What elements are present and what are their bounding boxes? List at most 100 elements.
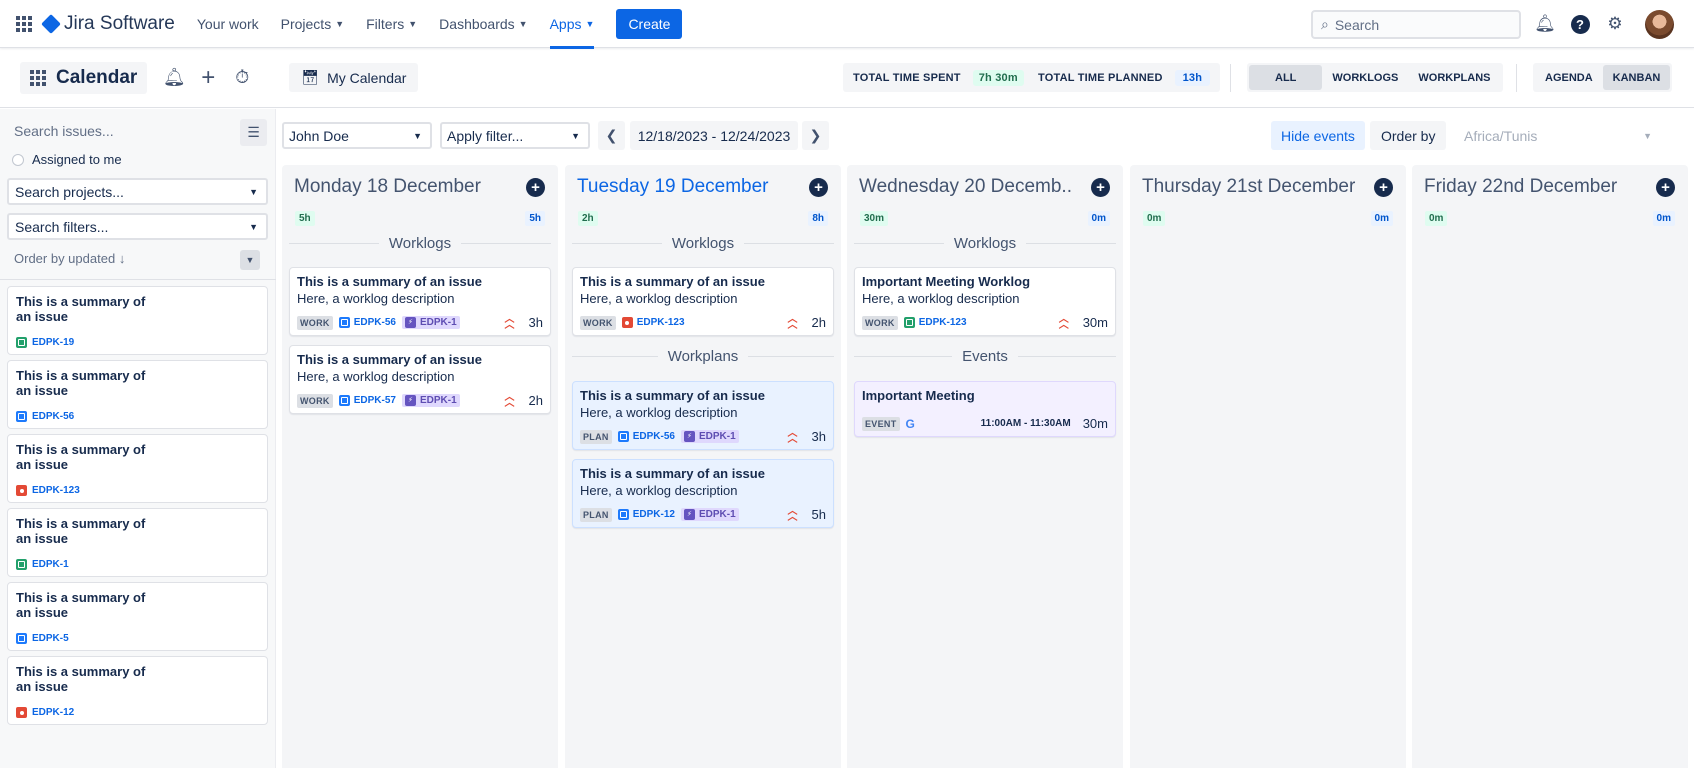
nav-projects[interactable]: Projects ▼ [281, 0, 345, 48]
app-switcher-icon[interactable] [16, 15, 32, 32]
next-week-button[interactable]: ❯ [802, 121, 829, 150]
chevron-left-icon: ❮ [605, 127, 618, 143]
filter-icon[interactable]: ☰ [240, 119, 267, 146]
add-icon[interactable]: + [191, 62, 225, 94]
search-filters-select[interactable]: Search filters... ▼ [7, 213, 268, 240]
issue-key-link[interactable]: EDPK-12 [617, 509, 675, 520]
nav-apps[interactable]: Apps ▼ [549, 0, 594, 49]
global-search-input[interactable]: ⌕ Search [1311, 10, 1521, 39]
issue-key-link[interactable]: EDPK-123 [621, 317, 685, 328]
selected-user: John Doe [289, 127, 349, 144]
divider [0, 279, 276, 280]
search-projects-select[interactable]: Search projects... ▼ [7, 178, 268, 205]
issue-key[interactable]: EDPK-19 [16, 337, 74, 348]
chevron-down-icon[interactable]: ▼ [240, 250, 260, 270]
workplan-card[interactable]: This is a summary of an issue Here, a wor… [572, 459, 834, 528]
notifications-icon[interactable]: 🔔︎ [1534, 13, 1556, 35]
issue-key-link[interactable]: EDPK-56 [617, 431, 675, 442]
issue-key[interactable]: EDPK-12 [16, 707, 74, 718]
search-issues-input[interactable]: Search issues... [14, 123, 114, 139]
issue-card[interactable]: This is a summary of an issue EDPK-12 [7, 656, 268, 725]
card-duration: 5h [811, 507, 826, 522]
parent-key-link[interactable]: EDPK-1 [401, 316, 460, 329]
create-button[interactable]: Create [616, 8, 683, 39]
worklog-card[interactable]: Important Meeting Worklog Here, a worklog… [854, 267, 1116, 336]
event-time: 11:00AM - 11:30AM [980, 418, 1071, 429]
help-icon[interactable]: ? [1569, 13, 1591, 35]
issue-card[interactable]: This is a summary of an issue EDPK-56 [7, 360, 268, 429]
parent-key-link[interactable]: EDPK-1 [680, 508, 739, 521]
parent-key-text: EDPK-1 [419, 317, 457, 328]
add-entry-icon[interactable]: + [1091, 178, 1110, 197]
issue-card[interactable]: This is a summary of an issue EDPK-19 [7, 286, 268, 355]
nav-your-work[interactable]: Your work [197, 0, 259, 48]
issue-card[interactable]: This is a summary of an issue EDPK-5 [7, 582, 268, 651]
date-range[interactable]: 12/18/2023 - 12/24/2023 [630, 121, 798, 150]
issue-key[interactable]: EDPK-56 [16, 411, 74, 422]
filter-workplans-tab[interactable]: WORKPLANS [1408, 65, 1500, 90]
parent-key-link[interactable]: EDPK-1 [401, 394, 460, 407]
settings-gear-icon[interactable]: ⚙ [1604, 13, 1626, 35]
event-card[interactable]: Important Meeting EVENT G 11:00AM - 11:30AM… [854, 381, 1116, 437]
view-kanban-tab[interactable]: KANBAN [1602, 65, 1671, 90]
issue-summary: This is a summary of an issue [16, 664, 146, 694]
issue-card[interactable]: This is a summary of an issue EDPK-123 [7, 434, 268, 503]
timer-icon[interactable]: ⏱︎ [225, 62, 259, 94]
product-name: Jira Software [64, 12, 175, 34]
issue-card[interactable]: This is a summary of an issue EDPK-1 [7, 508, 268, 577]
select-placeholder: Search projects... [15, 183, 124, 200]
notification-bell-icon[interactable]: 🔔︎ [157, 62, 191, 94]
issue-key[interactable]: EDPK-5 [16, 633, 69, 644]
parent-key-text: EDPK-1 [698, 431, 736, 442]
task-icon [617, 431, 629, 442]
priority-highest-icon: ︿ ︿ [1058, 313, 1069, 331]
parent-key-link[interactable]: EDPK-1 [680, 430, 739, 443]
worklog-card[interactable]: This is a summary of an issue Here, a wor… [289, 267, 551, 336]
nav-filters[interactable]: Filters ▼ [366, 0, 417, 48]
issue-key-text: EDPK-56 [32, 411, 75, 422]
arrow-down-icon: ↓ [118, 251, 126, 266]
apply-filter-select[interactable]: Apply filter... ▼ [440, 122, 590, 149]
card-description: Here, a worklog description [862, 291, 1020, 306]
entry-type-filter: ALL WORKLOGS WORKPLANS [1247, 63, 1503, 92]
add-entry-icon[interactable]: + [526, 178, 545, 197]
chevron-down-icon: ▼ [518, 18, 528, 29]
day-title: Tuesday 19 December [577, 176, 769, 197]
user-avatar[interactable] [1645, 10, 1674, 39]
story-icon [16, 337, 27, 348]
issue-key[interactable]: EDPK-1 [16, 559, 69, 570]
previous-week-button[interactable]: ❮ [598, 121, 625, 150]
issue-key-text: EDPK-56 [353, 317, 396, 328]
nav-dashboards[interactable]: Dashboards ▼ [439, 0, 527, 48]
add-entry-icon[interactable]: + [1656, 178, 1675, 197]
day-title: Thursday 21st December [1142, 176, 1356, 197]
view-agenda-tab[interactable]: AGENDA [1535, 65, 1603, 90]
assigned-to-me-option[interactable]: Assigned to me [12, 152, 122, 167]
chevron-down-icon: ▼ [408, 18, 418, 29]
card-meta: WORK EDPK-57 EDPK-1 ︿︿ 2h [297, 392, 543, 408]
issue-key-link[interactable]: EDPK-57 [338, 395, 396, 406]
worklog-card[interactable]: This is a summary of an issue Here, a wor… [289, 345, 551, 414]
worklog-card[interactable]: This is a summary of an issue Here, a wor… [572, 267, 834, 336]
nav-label: Filters [366, 15, 405, 32]
section-label: Events [962, 348, 1008, 365]
add-entry-icon[interactable]: + [809, 178, 828, 197]
issue-key[interactable]: EDPK-123 [16, 485, 80, 496]
calendar-title-button[interactable]: Calendar [20, 61, 148, 94]
day-time-spent: 0m [1425, 211, 1448, 226]
issue-key-link[interactable]: EDPK-56 [338, 317, 396, 328]
order-by-button[interactable]: Order by [1370, 121, 1447, 150]
jira-logo[interactable]: Jira Software [41, 12, 175, 35]
card-summary: This is a summary of an issue [580, 388, 765, 403]
my-calendar-button[interactable]: 📅︎ My Calendar [289, 63, 419, 92]
issue-key-link[interactable]: EDPK-123 [903, 317, 967, 328]
user-select[interactable]: John Doe ▼ [282, 122, 432, 149]
hide-events-button[interactable]: Hide events [1271, 121, 1365, 150]
order-by-updated[interactable]: Order by updated ↓ [14, 251, 125, 266]
timezone-select[interactable]: Africa/Tunis ▼ [1455, 121, 1660, 150]
add-entry-icon[interactable]: + [1374, 178, 1393, 197]
radio-button[interactable] [12, 153, 24, 166]
workplan-card[interactable]: This is a summary of an issue Here, a wor… [572, 381, 834, 450]
filter-worklogs-tab[interactable]: WORKLOGS [1322, 65, 1408, 90]
filter-all-tab[interactable]: ALL [1249, 65, 1323, 90]
